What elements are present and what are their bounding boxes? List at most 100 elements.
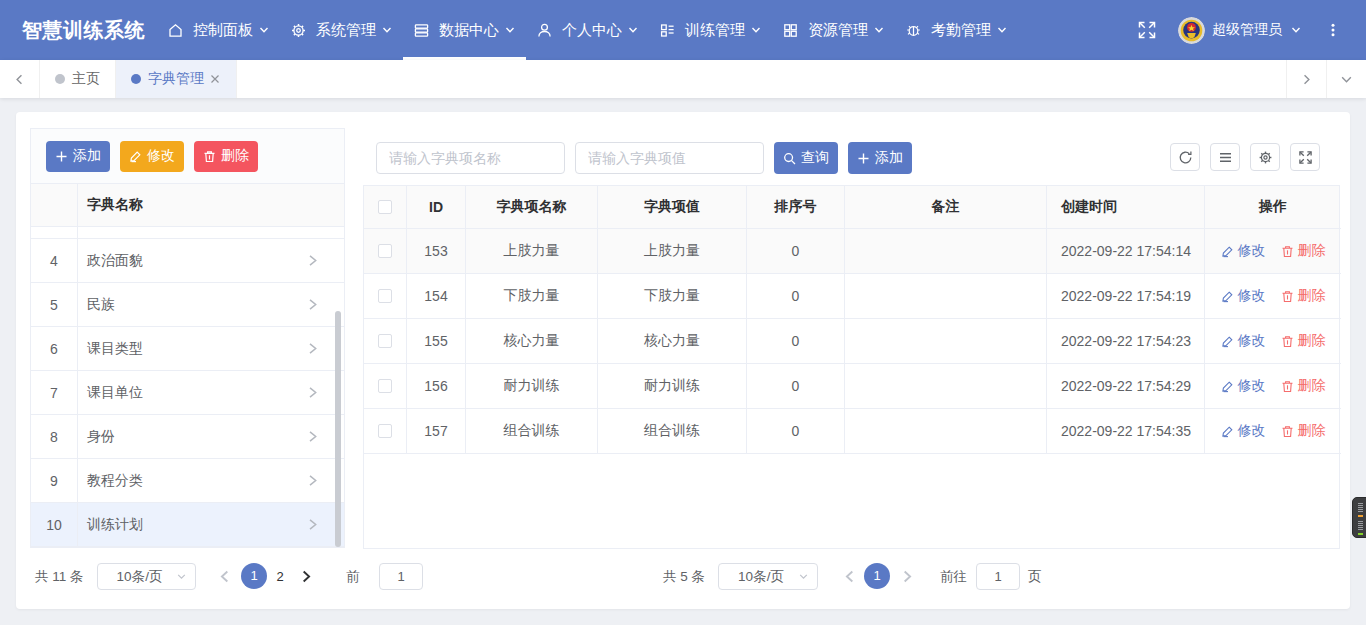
- left-pager-page-2[interactable]: 2: [267, 564, 293, 590]
- dict-row-4[interactable]: 4 政治面貌: [31, 239, 344, 283]
- tabbar: 主页 字典管理: [0, 60, 1366, 98]
- cell-created: 2022-09-22 17:54:19: [1047, 274, 1205, 319]
- dict-row-10[interactable]: 10 训练计划: [31, 503, 344, 547]
- bug-icon: [905, 22, 922, 39]
- tab-label: 字典管理: [148, 70, 204, 88]
- gear-icon: [290, 22, 307, 39]
- tabs-scroll-left[interactable]: [0, 60, 40, 98]
- table-row: 157 组合训练 组合训练 0 2022-09-22 17:54:35 修改 删…: [364, 409, 1339, 454]
- menu-item-personal[interactable]: 个人中心: [526, 0, 649, 60]
- table-pager-page-1[interactable]: 1: [864, 563, 890, 589]
- table-pager-goto-suffix: 页: [1028, 563, 1042, 590]
- table-pager-prev[interactable]: [843, 563, 856, 589]
- dict-row-5[interactable]: 5 民族: [31, 283, 344, 327]
- list-scrollbar-thumb[interactable]: [335, 311, 341, 547]
- menu-item-datacenter[interactable]: 数据中心: [403, 0, 526, 60]
- cell-sort: 0: [747, 409, 845, 454]
- col-header-value: 字典项值: [598, 186, 747, 229]
- menu-item-training[interactable]: 训练管理: [649, 0, 772, 60]
- left-pager-page-1[interactable]: 1: [241, 563, 267, 589]
- menu-item-label: 资源管理: [808, 21, 868, 40]
- trash-icon: [1281, 425, 1294, 438]
- left-page-size-select[interactable]: 10条/页: [97, 563, 196, 590]
- database-icon: [413, 22, 430, 39]
- cell-remark: [845, 364, 1047, 409]
- trash-icon: [1281, 380, 1294, 393]
- add-dict-button[interactable]: 添加: [46, 141, 110, 172]
- menu-item-resources[interactable]: 资源管理: [772, 0, 895, 60]
- delete-dict-button[interactable]: 删除: [194, 141, 258, 172]
- menu-item-dashboard[interactable]: 控制面板: [157, 0, 280, 60]
- delete-row-link[interactable]: 删除: [1281, 242, 1326, 260]
- row-checkbox[interactable]: [378, 289, 392, 303]
- fullscreen-icon[interactable]: [1137, 20, 1157, 40]
- dict-items-table: ID 字典项名称 字典项值 排序号 备注 创建时间 操作 153 上肢力量 上肢…: [363, 185, 1340, 549]
- cell-name: 上肢力量: [466, 229, 598, 274]
- menu-item-label: 控制面板: [193, 21, 253, 40]
- cell-id: 153: [407, 229, 466, 274]
- left-pager-total: 共 11 条: [35, 563, 84, 590]
- dict-list-panel: 添加 修改 删除 字典名称 4 政治面貌 5 民族 6: [30, 128, 345, 548]
- table-row: 155 核心力量 核心力量 0 2022-09-22 17:54:23 修改 删…: [364, 319, 1339, 364]
- search-button[interactable]: 查询: [774, 142, 838, 174]
- left-pager-goto-input[interactable]: [379, 563, 423, 590]
- cell-created: 2022-09-22 17:54:29: [1047, 364, 1205, 409]
- avatar[interactable]: [1178, 17, 1205, 44]
- table-pager-next[interactable]: [901, 563, 914, 589]
- dict-row-6[interactable]: 6 课目类型: [31, 327, 344, 371]
- gear-icon: [1258, 150, 1273, 165]
- table-pager-goto-input[interactable]: [976, 563, 1020, 590]
- refresh-button[interactable]: [1170, 143, 1200, 171]
- edit-row-link[interactable]: 修改: [1221, 377, 1266, 395]
- close-icon[interactable]: [209, 73, 221, 85]
- row-checkbox[interactable]: [378, 379, 392, 393]
- dict-item-name-input[interactable]: [376, 142, 565, 174]
- dict-row-9[interactable]: 9 教程分类: [31, 459, 344, 503]
- cell-actions: 修改 删除: [1205, 229, 1341, 274]
- plus-icon: [55, 150, 68, 163]
- edit-row-link[interactable]: 修改: [1221, 332, 1266, 350]
- row-checkbox[interactable]: [378, 244, 392, 258]
- row-checkbox[interactable]: [378, 424, 392, 438]
- tab-dict-management[interactable]: 字典管理: [116, 60, 237, 98]
- left-pager-prev[interactable]: [218, 563, 231, 589]
- grid-icon: [782, 22, 799, 39]
- add-item-button[interactable]: 添加: [848, 142, 912, 174]
- menu-item-attendance[interactable]: 考勤管理: [895, 0, 1018, 60]
- left-pager-next[interactable]: [300, 563, 313, 589]
- delete-row-link[interactable]: 删除: [1281, 422, 1326, 440]
- cell-name: 核心力量: [466, 319, 598, 364]
- chevron-right-icon: [306, 386, 319, 399]
- menu-item-label: 系统管理: [316, 21, 376, 40]
- top-navbar: 智慧训练系统 控制面板 系统管理 数据中心 个人中心 训练管理: [0, 0, 1366, 60]
- edit-row-link[interactable]: 修改: [1221, 242, 1266, 260]
- browser-extension-widget[interactable]: [1352, 497, 1366, 538]
- delete-row-link[interactable]: 删除: [1281, 287, 1326, 305]
- trash-icon: [1281, 335, 1294, 348]
- edit-dict-button[interactable]: 修改: [120, 141, 184, 172]
- user-menu[interactable]: 超级管理员: [1212, 21, 1302, 39]
- more-menu-icon[interactable]: [1325, 22, 1341, 38]
- tabs-menu-dropdown[interactable]: [1326, 60, 1366, 98]
- edit-row-link[interactable]: 修改: [1221, 287, 1266, 305]
- tab-home[interactable]: 主页: [40, 60, 116, 98]
- density-button[interactable]: [1210, 143, 1240, 171]
- dict-item-value-input[interactable]: [575, 142, 764, 174]
- delete-row-link[interactable]: 删除: [1281, 332, 1326, 350]
- cell-sort: 0: [747, 229, 845, 274]
- edit-row-link[interactable]: 修改: [1221, 422, 1266, 440]
- dict-row-7[interactable]: 7 课目单位: [31, 371, 344, 415]
- col-header-id: ID: [407, 186, 466, 229]
- col-header-name: 字典项名称: [466, 186, 598, 229]
- select-all-checkbox[interactable]: [378, 200, 392, 214]
- row-checkbox[interactable]: [378, 334, 392, 348]
- delete-row-link[interactable]: 删除: [1281, 377, 1326, 395]
- menu-item-label: 训练管理: [685, 21, 745, 40]
- column-settings-button[interactable]: [1250, 143, 1280, 171]
- table-page-size-select[interactable]: 10条/页: [718, 563, 818, 590]
- dict-row-8[interactable]: 8 身份: [31, 415, 344, 459]
- chevron-down-icon: [873, 24, 885, 36]
- tabs-scroll-right[interactable]: [1286, 60, 1326, 98]
- table-fullscreen-button[interactable]: [1290, 143, 1320, 171]
- menu-item-system[interactable]: 系统管理: [280, 0, 403, 60]
